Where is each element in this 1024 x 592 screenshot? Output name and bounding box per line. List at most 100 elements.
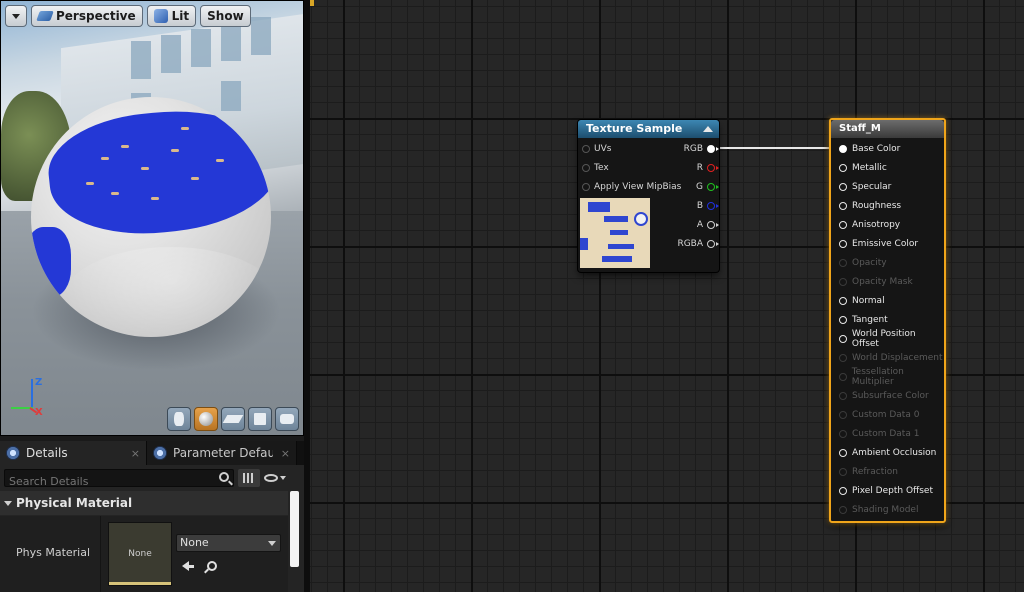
node-title-bar[interactable]: Texture Sample [578,120,719,138]
show-button[interactable]: Show [200,5,251,27]
pin-icon[interactable] [707,145,719,153]
pin-icon[interactable] [839,335,847,343]
output-pin-b[interactable]: B [696,199,719,213]
parameters-icon [153,446,167,460]
tab-parameter-defaults[interactable]: Parameter Defaults × [147,441,297,465]
viewport-options-button[interactable] [5,5,27,27]
close-icon[interactable]: × [131,447,140,460]
material-graph[interactable]: Texture Sample UVs Tex Apply View MipBia… [310,0,1024,592]
browse-asset-button[interactable] [204,558,220,574]
grid-icon [243,473,255,483]
tab-details[interactable]: Details × [0,441,147,465]
texture-blob [588,202,610,212]
teapot-icon [280,414,294,424]
pin-icon[interactable] [582,164,590,172]
preview-viewport[interactable]: Perspective Lit Show Z X [0,0,304,436]
pin-icon[interactable] [839,316,847,324]
preview-cube-button[interactable] [248,407,272,431]
input-pin-metallic[interactable]: Metallic [839,161,887,175]
texture-sample-node[interactable]: Texture Sample UVs Tex Apply View MipBia… [578,120,719,272]
material-result-node[interactable]: Staff_M Base Color Metallic Specular Rou… [829,118,946,523]
output-pin-r[interactable]: R [697,161,719,175]
building-window [161,35,181,73]
node-title-bar[interactable]: Staff_M [831,120,944,138]
input-pin-base-color[interactable]: Base Color [839,142,900,156]
texture-blob [580,238,588,250]
output-pin-a[interactable]: A [696,218,719,232]
pin-label: World Displacement [852,353,943,363]
lit-cube-icon [153,9,168,23]
input-pin-apply-view-mipbias[interactable]: Apply View MipBias [582,180,681,194]
input-pin-pixel-depth-offset[interactable]: Pixel Depth Offset [839,484,933,498]
asset-picker-dropdown[interactable]: None [176,534,281,552]
view-options-button[interactable] [264,469,294,487]
pin-icon[interactable] [839,487,847,495]
property-matrix-button[interactable] [238,469,260,487]
pin-icon[interactable] [839,297,847,305]
view-mode-button[interactable]: Lit [146,5,197,27]
pin-icon[interactable] [707,240,719,248]
column-divider[interactable] [100,516,101,592]
input-pin-anisotropy[interactable]: Anisotropy [839,218,900,232]
pin-label: Refraction [852,467,898,477]
pin-label: A [696,220,703,230]
input-pin-tangent[interactable]: Tangent [839,313,888,327]
pin-icon[interactable] [839,221,847,229]
pin-label: Opacity [852,258,887,268]
preview-plane-button[interactable] [221,407,245,431]
pin-icon[interactable] [707,221,719,229]
pin-label: Apply View MipBias [594,182,682,192]
pin-icon[interactable] [839,449,847,457]
pin-icon[interactable] [839,202,847,210]
pin-icon[interactable] [582,145,590,153]
pin-label: Custom Data 1 [852,429,920,439]
use-selected-button[interactable] [180,558,196,574]
tab-details-label: Details [26,446,68,460]
preview-cylinder-button[interactable] [167,407,191,431]
chevron-down-icon [268,541,276,546]
cube-icon [254,413,266,425]
input-pin-world-displacement: World Displacement [839,351,943,365]
collapse-icon[interactable] [703,126,713,132]
input-pin-normal[interactable]: Normal [839,294,885,308]
output-pin-rgb[interactable]: RGB [684,142,719,156]
pin-icon[interactable] [707,164,719,172]
material-editor: Perspective Lit Show Z X Details × Param… [0,0,1024,592]
pin-icon[interactable] [839,145,847,153]
input-pin-specular[interactable]: Specular [839,180,891,194]
preview-mesh-button[interactable] [275,407,299,431]
search-input[interactable] [5,473,205,490]
details-scrollbar[interactable] [290,491,299,567]
output-pin-g[interactable]: G [696,180,719,194]
building-window [131,41,151,79]
tab-parameter-defaults-label: Parameter Defaults [173,446,273,460]
texture-speck [181,127,189,130]
close-icon[interactable]: × [281,447,290,460]
perspective-button[interactable]: Perspective [31,5,143,27]
output-pin-rgba[interactable]: RGBA [677,237,719,251]
pin-icon [839,259,847,267]
pin-icon[interactable] [839,164,847,172]
pin-icon[interactable] [707,183,719,191]
asset-thumbnail[interactable]: None [108,522,172,586]
input-pin-tex[interactable]: Tex [582,161,609,175]
input-pin-roughness[interactable]: Roughness [839,199,901,213]
pin-icon[interactable] [839,183,847,191]
axis-gizmo: Z X [7,377,47,421]
pin-icon[interactable] [707,202,719,210]
input-pin-ambient-occlusion[interactable]: Ambient Occlusion [839,446,936,460]
panel-tabs: Details × Parameter Defaults × [0,441,304,465]
texture-blob [610,230,628,235]
input-pin-emissive-color[interactable]: Emissive Color [839,237,918,251]
input-pin-opacity: Opacity [839,256,887,270]
input-pin-world-position-offset[interactable]: World Position Offset [839,329,944,349]
pin-label: B [696,201,703,211]
input-pin-uvs[interactable]: UVs [582,142,611,156]
preview-sphere-button[interactable] [194,407,218,431]
eye-icon [264,474,278,482]
search-icon[interactable] [219,472,229,482]
pin-icon[interactable] [582,183,590,191]
pin-icon[interactable] [839,240,847,248]
category-header[interactable]: Physical Material [0,491,288,515]
asset-picker-value: None [180,536,209,549]
